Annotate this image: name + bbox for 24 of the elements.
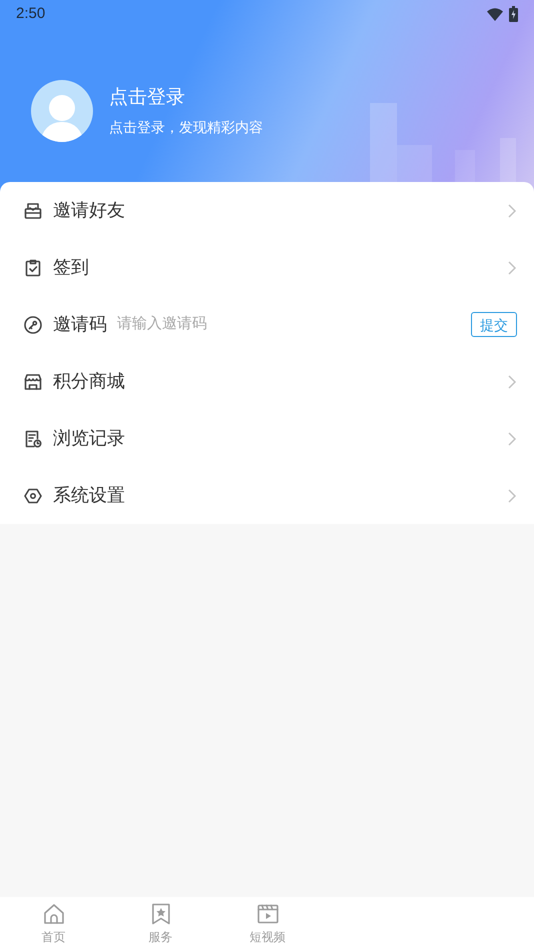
wifi-icon [487,8,503,20]
settings-icon [23,486,43,506]
menu-item[interactable]: 浏览记录 [0,410,534,467]
menu-item[interactable]: 邀请好友 [0,182,534,239]
chevron-right-icon [507,202,517,218]
invite-code-label: 邀请码 [53,313,107,336]
inbox-icon [23,200,43,220]
status-time: 2:50 [16,4,46,24]
home-icon [42,902,66,926]
chevron-right-icon [507,260,517,276]
battery-icon [509,6,518,22]
document-clock-icon [23,428,43,448]
menu-item[interactable]: 积分商城 [0,353,534,410]
menu-item[interactable]: 系统设置 [0,467,534,524]
menu-item[interactable]: 签到 [0,239,534,296]
video-icon [256,902,280,926]
login-subtitle: 点击登录，发现精彩内容 [109,118,263,137]
chevron-right-icon [507,488,517,504]
invite-code-field[interactable]: 请输入邀请码 [117,313,461,336]
store-icon [23,372,43,392]
chevron-right-icon [507,374,517,390]
clipboard-check-icon [23,258,43,278]
key-icon [23,314,43,334]
chevron-right-icon [507,430,517,446]
